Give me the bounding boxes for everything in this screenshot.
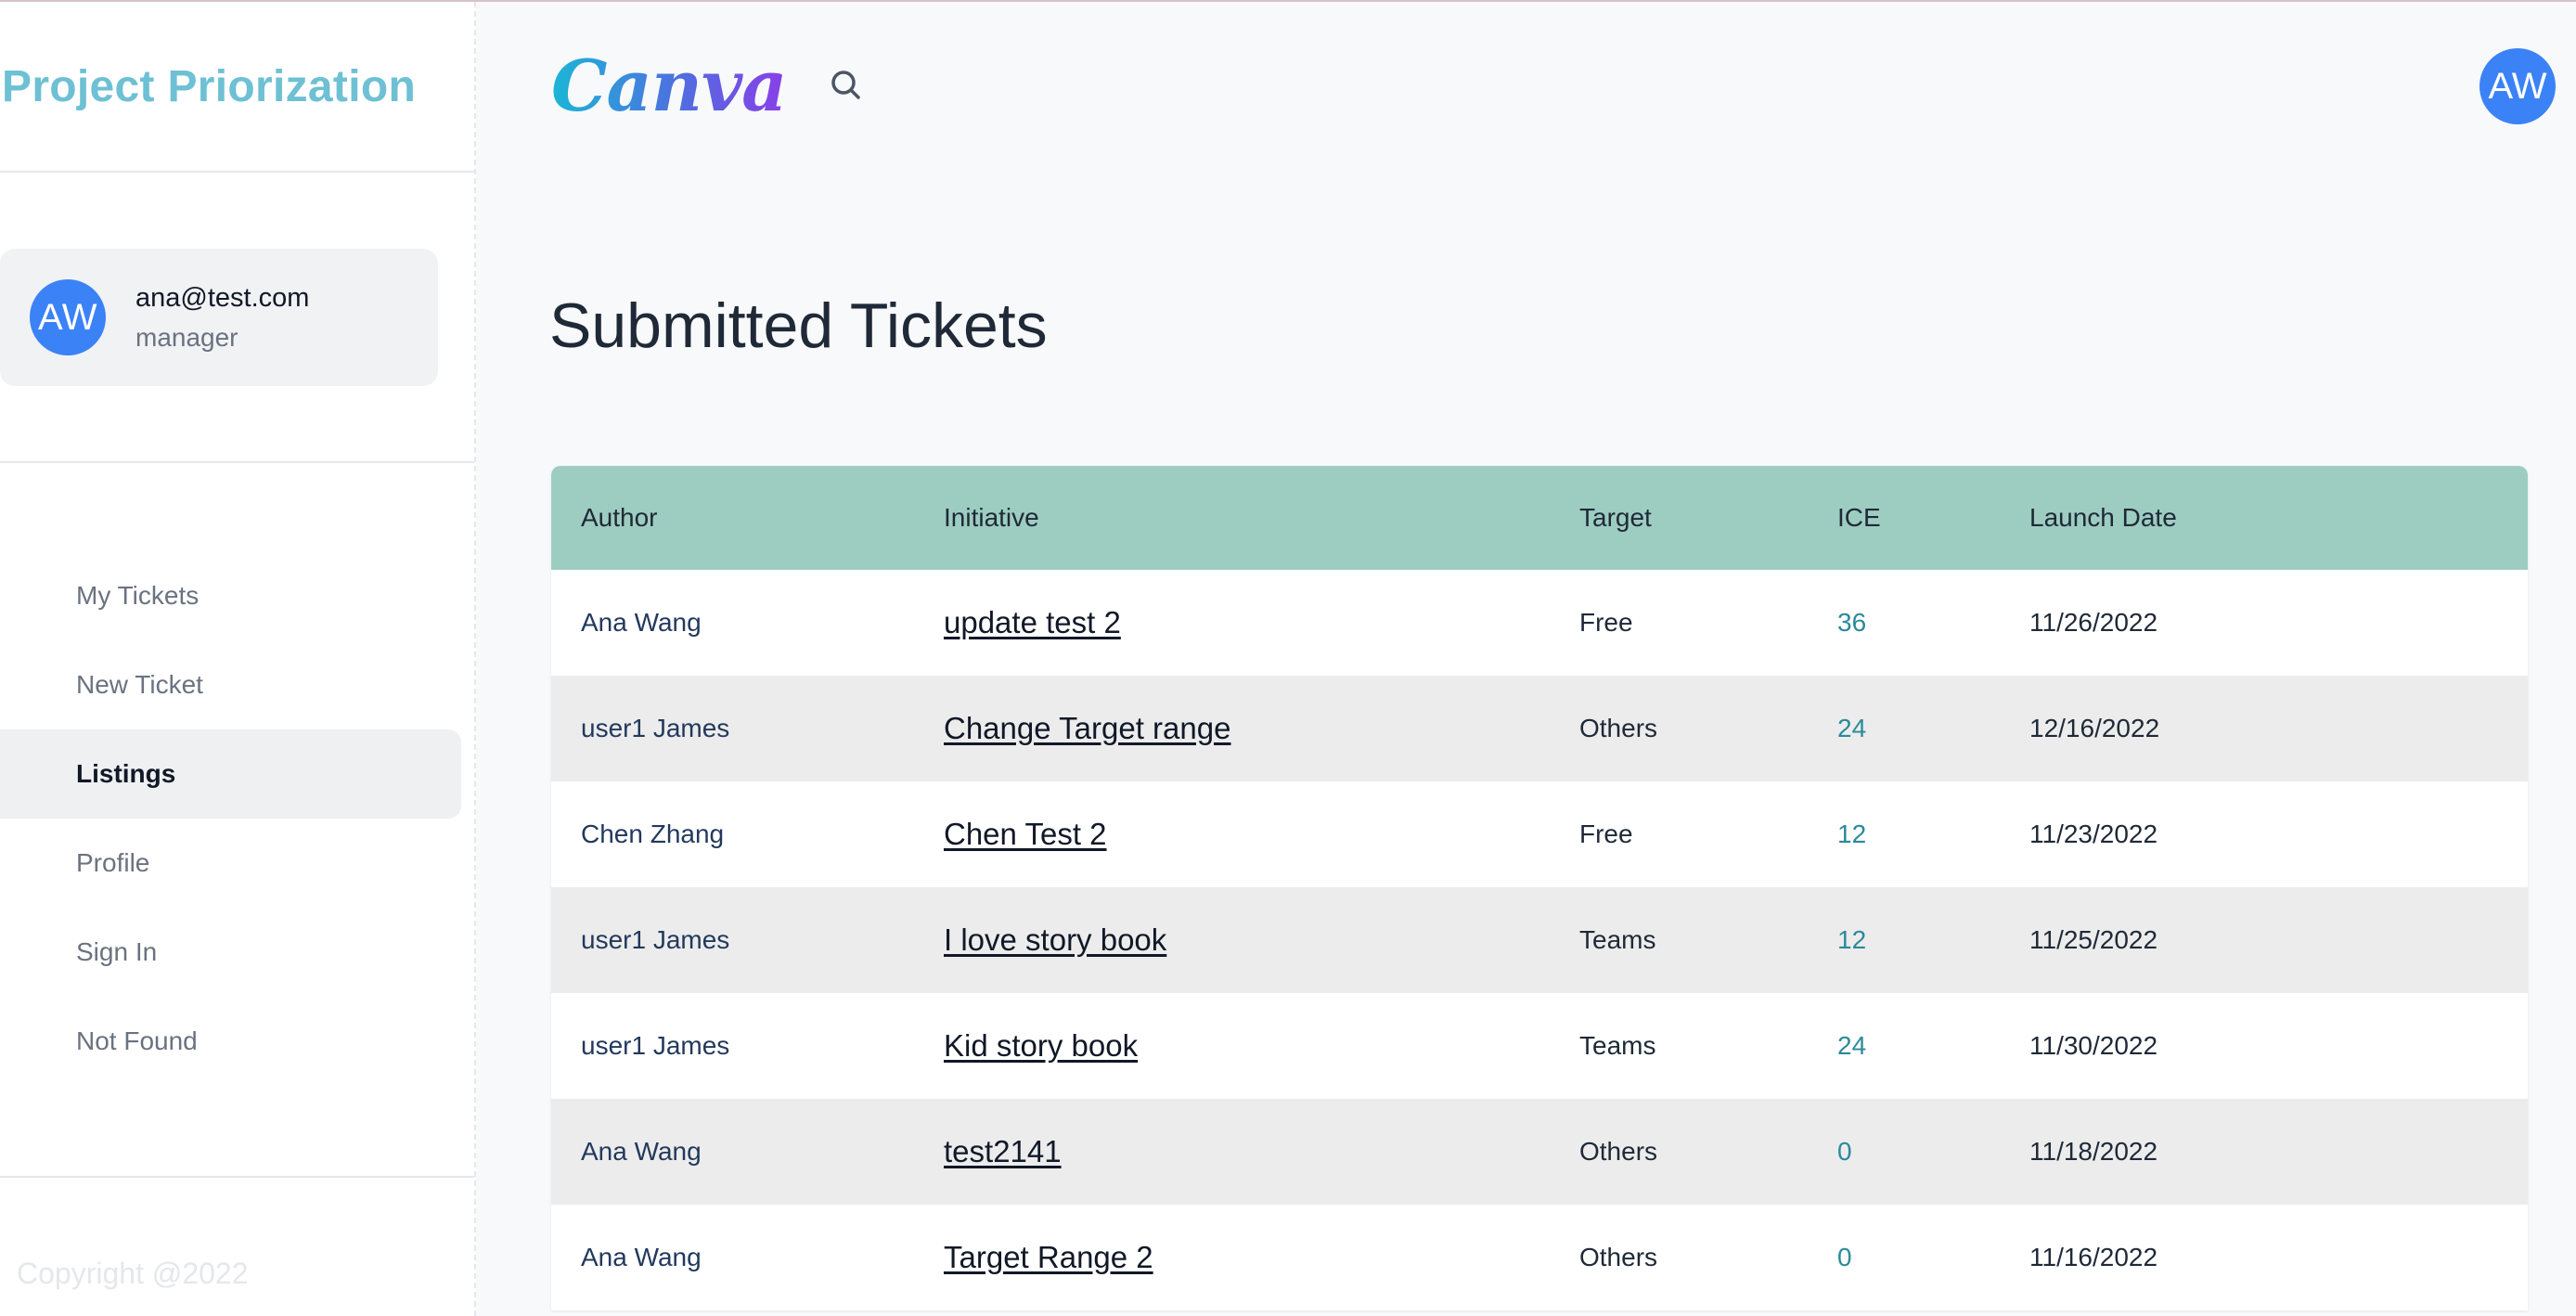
nav-item-profile[interactable]: Profile <box>0 819 461 908</box>
user-email: ana@test.com <box>135 282 310 313</box>
account-avatar[interactable]: AW <box>2479 48 2556 124</box>
cell-launch-date: 11/18/2022 <box>2029 1137 2158 1166</box>
user-card[interactable]: AW ana@test.com manager <box>0 249 438 386</box>
nav-item-listings[interactable]: Listings <box>0 729 461 819</box>
cell-initiative: I love story book <box>944 922 1579 958</box>
cell-target: Teams <box>1579 1031 1656 1060</box>
cell-ice: 0 <box>1837 1243 1852 1271</box>
cell-ice: 24 <box>1837 714 1867 742</box>
user-role: manager <box>135 322 238 352</box>
initiative-link[interactable]: test2141 <box>944 1134 1062 1168</box>
nav-item-new-ticket[interactable]: New Ticket <box>0 640 461 729</box>
cell-initiative: Chen Test 2 <box>944 817 1579 852</box>
initiative-link[interactable]: Target Range 2 <box>944 1240 1153 1274</box>
cell-launch-date: 11/25/2022 <box>2029 925 2158 954</box>
cell-ice: 36 <box>1837 608 1867 637</box>
cell-author: Ana Wang <box>581 1137 702 1166</box>
user-avatar: AW <box>30 279 106 355</box>
sidebar: Project Priorization AW ana@test.com man… <box>0 2 476 1316</box>
table-row: Ana Wang update test 2 Free 36 11/26/202… <box>551 570 2528 676</box>
brand-title[interactable]: Project Priorization <box>2 61 416 112</box>
cell-author: Chen Zhang <box>581 819 725 848</box>
cell-launch-date: 11/16/2022 <box>2029 1243 2158 1271</box>
cell-author: user1 James <box>581 1031 730 1060</box>
cell-ice: 0 <box>1837 1137 1852 1166</box>
cell-launch-date: 11/23/2022 <box>2029 819 2158 848</box>
cell-launch-date: 11/26/2022 <box>2029 608 2158 637</box>
table-row: Chen Zhang Chen Test 2 Free 12 11/23/202… <box>551 781 2528 887</box>
search-icon[interactable] <box>826 65 867 106</box>
table-row: Ana Wang test2141 Others 0 11/18/2022 <box>551 1099 2528 1205</box>
copyright-text: Copyright @2022 <box>17 1257 249 1290</box>
column-header-launch-date: Launch Date <box>2029 503 2177 532</box>
cell-initiative: Kid story book <box>944 1028 1579 1064</box>
table-header: Author Initiative Target ICE Launch Date <box>551 466 2528 570</box>
cell-target: Others <box>1579 1137 1658 1166</box>
cell-ice: 12 <box>1837 819 1867 848</box>
brand-header: Project Priorization <box>0 2 474 173</box>
cell-initiative: Target Range 2 <box>944 1240 1579 1275</box>
cell-target: Teams <box>1579 925 1656 954</box>
nav-item-not-found[interactable]: Not Found <box>0 997 461 1086</box>
column-header-target: Target <box>1579 503 1652 532</box>
table-row: Ana Wang Target Range 2 Others 0 11/16/2… <box>551 1205 2528 1310</box>
cell-launch-date: 11/30/2022 <box>2029 1031 2158 1060</box>
table-row: user1 James Kid story book Teams 24 11/3… <box>551 993 2528 1099</box>
initiative-link[interactable]: Chen Test 2 <box>944 817 1107 851</box>
sidebar-footer-divider <box>0 1176 474 1178</box>
initiative-link[interactable]: I love story book <box>944 922 1166 957</box>
initiative-link[interactable]: Kid story book <box>944 1028 1138 1063</box>
cell-author: Ana Wang <box>581 608 702 637</box>
nav-item-sign-in[interactable]: Sign In <box>0 908 461 997</box>
column-header-author: Author <box>581 503 658 532</box>
cell-initiative: Change Target range <box>944 711 1579 746</box>
cell-author: user1 James <box>581 714 730 742</box>
cell-initiative: test2141 <box>944 1134 1579 1169</box>
table-row: user1 James Change Target range Others 2… <box>551 676 2528 781</box>
nav-item-my-tickets[interactable]: My Tickets <box>0 551 461 640</box>
initiative-link[interactable]: update test 2 <box>944 605 1121 639</box>
cell-ice: 24 <box>1837 1031 1867 1060</box>
cell-target: Free <box>1579 819 1633 848</box>
column-header-ice: ICE <box>1837 503 1881 532</box>
column-header-initiative: Initiative <box>944 503 1039 532</box>
cell-initiative: update test 2 <box>944 605 1579 640</box>
canva-logo[interactable]: Canva <box>551 45 787 127</box>
cell-target: Others <box>1579 1243 1658 1271</box>
sidebar-nav: My Tickets New Ticket Listings Profile S… <box>0 551 461 1086</box>
tickets-table: Author Initiative Target ICE Launch Date… <box>551 466 2528 1310</box>
page-title: Submitted Tickets <box>549 290 1048 361</box>
initiative-link[interactable]: Change Target range <box>944 711 1230 745</box>
cell-ice: 12 <box>1837 925 1867 954</box>
cell-launch-date: 12/16/2022 <box>2029 714 2160 742</box>
cell-author: Ana Wang <box>581 1243 702 1271</box>
cell-target: Others <box>1579 714 1658 742</box>
sidebar-divider <box>0 461 474 463</box>
user-info: ana@test.com manager <box>135 283 309 353</box>
table-row: user1 James I love story book Teams 12 1… <box>551 887 2528 993</box>
cell-target: Free <box>1579 608 1633 637</box>
cell-author: user1 James <box>581 925 730 954</box>
